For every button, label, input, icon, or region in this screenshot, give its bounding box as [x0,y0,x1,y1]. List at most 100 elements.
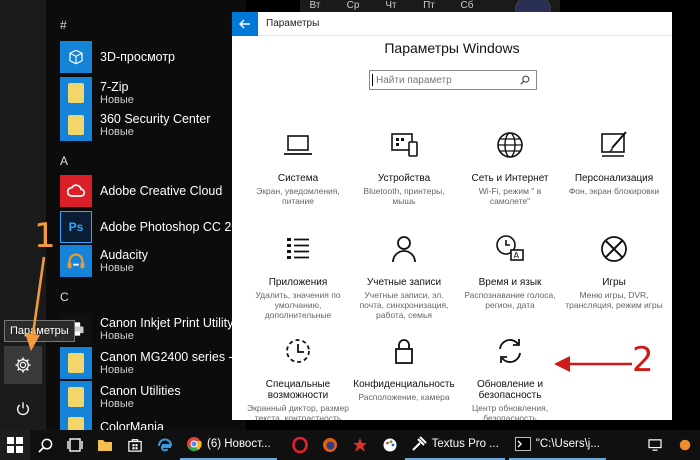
firefox-icon [322,438,337,452]
list-item[interactable]: Audacity Новые [60,242,246,280]
tile-description: Учетные записи, эл. почта, синхронизация… [359,290,449,320]
tile-privacy[interactable]: Конфиденциальность Расположение, камера [352,334,456,402]
tile-update-security[interactable]: Обновление и безопасность Центр обновлен… [458,334,562,420]
list-item[interactable]: 360 Security Center Новые [60,106,246,144]
list-item[interactable]: Canon MG2400 series - pe Новые [60,344,246,382]
title-bar: Параметры [232,12,672,36]
folder-icon [60,347,92,379]
chrome-icon [187,437,202,452]
tile-time-language[interactable]: A Время и язык Распознавание голоса, рег… [458,232,562,310]
start-button[interactable] [0,430,30,460]
search-placeholder: Найти параметр [376,74,452,86]
app-button-red[interactable] [345,430,375,460]
start-rail [0,0,46,430]
app-button-paint[interactable] [375,430,405,460]
group-letter[interactable]: # [60,18,67,32]
tile-title: Учетные записи [366,277,442,288]
calendar-day: Чт [385,0,397,11]
tile-gaming[interactable]: Игры Меню игры, DVR, трансляция, режим и… [562,232,666,310]
tile-title: Время и язык [478,277,542,288]
gear-icon [15,357,31,373]
paintbrush-icon [601,131,627,157]
app-badge: Новые [100,330,134,342]
store-icon [128,439,142,452]
tile-description: Экран, уведомления, питание [256,186,340,206]
photoshop-icon: Ps [60,211,92,243]
calendar-day: Сб [460,0,474,11]
text-caret [372,74,373,86]
firefox-button[interactable] [315,430,345,460]
time-language-icon: A [496,235,524,261]
tile-system[interactable]: Система Экран, уведомления, питание [246,128,350,206]
tile-apps[interactable]: Приложения Удалить, значения по умолчани… [246,232,350,320]
list-item[interactable]: 3D-просмотр [60,38,246,76]
tile-accessibility[interactable]: Специальные возможности Экранный диктор,… [246,334,350,420]
edge-button[interactable] [150,430,180,460]
apps-list-icon [287,238,309,259]
folder-icon [60,77,92,109]
taskbar-item-textus[interactable]: Textus Pro ... [404,430,505,460]
app-badge: Новые [100,364,134,376]
app-name: 7-Zip [100,80,129,94]
search-icon [37,438,52,453]
tray-icon[interactable] [670,430,700,460]
back-button[interactable] [232,12,258,36]
search-button[interactable] [30,430,60,460]
tile-description: Центр обновления, безопасность [471,403,549,420]
opera-icon [291,437,308,453]
group-letter[interactable]: A [60,154,68,168]
accessibility-icon [286,339,310,363]
list-item[interactable]: Canon Inkjet Print Utility Новые [60,310,246,348]
tile-accounts[interactable]: Учетные записи Учетные записи, эл. почта… [352,232,456,320]
tile-description: Расположение, камера [358,392,450,402]
tile-description: Wi-Fi, режим " в самолете" [478,186,542,206]
task-view-icon [67,438,83,452]
taskbar-item-chrome[interactable]: (6) Новост... [180,430,277,460]
app-name: 360 Security Center [100,112,211,126]
tile-description: Фон, экран блокировки [568,186,660,196]
explorer-button[interactable] [90,430,120,460]
tray-icon[interactable] [640,430,670,460]
search-input[interactable]: Найти параметр [369,70,537,90]
list-item[interactable]: Ps Adobe Photoshop CC 2017 [60,208,246,246]
tile-title: Система [277,173,319,184]
taskbar-item-label: "C:\Users\j... [535,438,600,450]
tile-title: Игры [602,277,626,288]
tile-title: Специальные возможности [265,379,331,401]
red-star-icon [352,438,367,452]
calendar-day: Пт [423,0,435,11]
tile-personalization[interactable]: Персонализация Фон, экран блокировки [562,128,666,196]
task-view-button[interactable] [60,430,90,460]
app-name: ColorMania [100,420,164,430]
annotation-number-1: 1 [34,216,56,256]
svg-text:A: A [514,251,520,260]
audacity-icon [60,245,92,277]
update-icon [499,339,521,363]
app-name: Audacity [100,248,148,262]
app-name: Adobe Creative Cloud [100,184,223,198]
group-letter[interactable]: C [60,290,69,304]
store-button[interactable] [120,430,150,460]
tile-network[interactable]: Сеть и Интернет Wi-Fi, режим " в самолет… [458,128,562,206]
tile-title: Сеть и Интернет [471,173,549,184]
list-item[interactable]: ColorMania [60,408,246,430]
creative-cloud-icon [60,175,92,207]
folder-icon [98,440,112,451]
windows-logo-icon [7,437,23,453]
app-name: Canon Utilities [100,384,181,398]
opera-button[interactable] [285,430,315,460]
person-icon [392,236,416,263]
power-button[interactable] [4,390,42,428]
app-name: Adobe Photoshop CC 2017 [100,220,246,234]
list-item[interactable]: Adobe Creative Cloud [60,172,246,210]
tile-description: Bluetooth, принтеры, мышь [363,186,445,206]
taskbar: (6) Новост... Textus Pro ... "C:\Users\j… [0,430,700,460]
tile-title: Устройства [377,173,431,184]
app-name: Canon Inkjet Print Utility [100,316,234,330]
annotation-arrow-orange [25,256,46,351]
taskbar-item-cmd[interactable]: "C:\Users\j... [508,430,606,460]
laptop-icon [284,135,312,155]
calendar-day: Вт [309,0,321,11]
annotation-number-2: 2 [632,340,654,380]
tile-devices[interactable]: Устройства Bluetooth, принтеры, мышь [352,128,456,206]
